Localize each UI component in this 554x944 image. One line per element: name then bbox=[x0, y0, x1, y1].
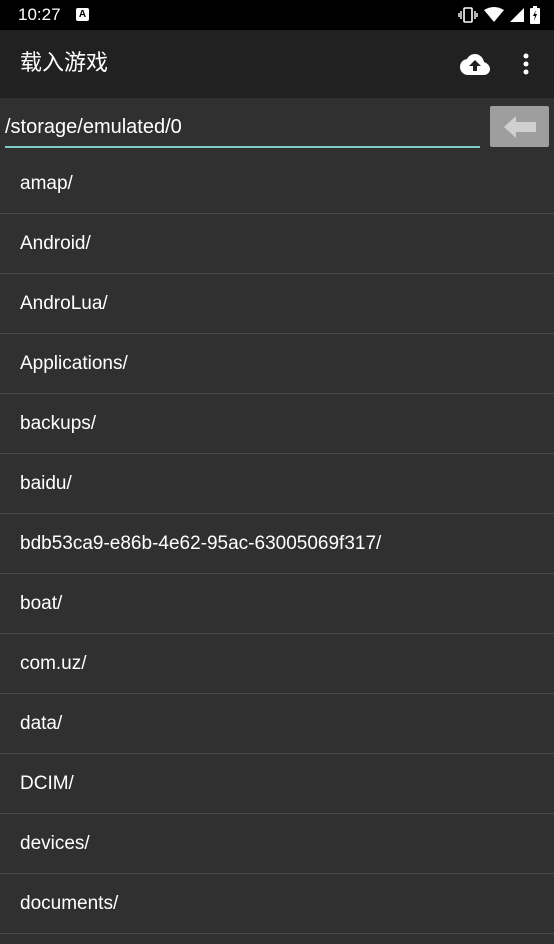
upload-button[interactable] bbox=[456, 48, 494, 80]
list-item[interactable]: baidu/ bbox=[0, 454, 554, 514]
cloud-upload-icon bbox=[460, 54, 490, 75]
signal-icon bbox=[510, 8, 524, 22]
vibrate-icon bbox=[458, 7, 478, 23]
more-options-button[interactable] bbox=[510, 48, 542, 80]
battery-icon bbox=[530, 6, 540, 24]
app-bar: 载入游戏 bbox=[0, 30, 554, 98]
file-list: amap/Android/AndroLua/Applications/backu… bbox=[0, 154, 554, 934]
list-item[interactable]: devices/ bbox=[0, 814, 554, 874]
status-time: 10:27 bbox=[18, 5, 61, 24]
path-bar bbox=[0, 98, 554, 154]
list-item[interactable]: Applications/ bbox=[0, 334, 554, 394]
list-item[interactable]: AndroLua/ bbox=[0, 274, 554, 334]
notification-a-icon: A bbox=[76, 8, 89, 21]
list-item[interactable]: boat/ bbox=[0, 574, 554, 634]
list-item[interactable]: backups/ bbox=[0, 394, 554, 454]
status-bar: 10:27 A bbox=[0, 0, 554, 30]
list-item[interactable]: DCIM/ bbox=[0, 754, 554, 814]
back-button[interactable] bbox=[490, 106, 549, 147]
list-item[interactable]: Android/ bbox=[0, 214, 554, 274]
path-input[interactable] bbox=[5, 110, 480, 148]
status-icons bbox=[458, 5, 540, 25]
list-item[interactable]: documents/ bbox=[0, 874, 554, 934]
wifi-icon bbox=[484, 7, 504, 22]
list-item[interactable]: data/ bbox=[0, 694, 554, 754]
list-item[interactable]: com.uz/ bbox=[0, 634, 554, 694]
list-item[interactable]: amap/ bbox=[0, 154, 554, 214]
page-title: 载入游戏 bbox=[20, 51, 109, 76]
arrow-left-icon bbox=[503, 115, 536, 138]
list-item[interactable]: bdb53ca9-e86b-4e62-95ac-63005069f317/ bbox=[0, 514, 554, 574]
more-vert-icon bbox=[523, 53, 529, 75]
